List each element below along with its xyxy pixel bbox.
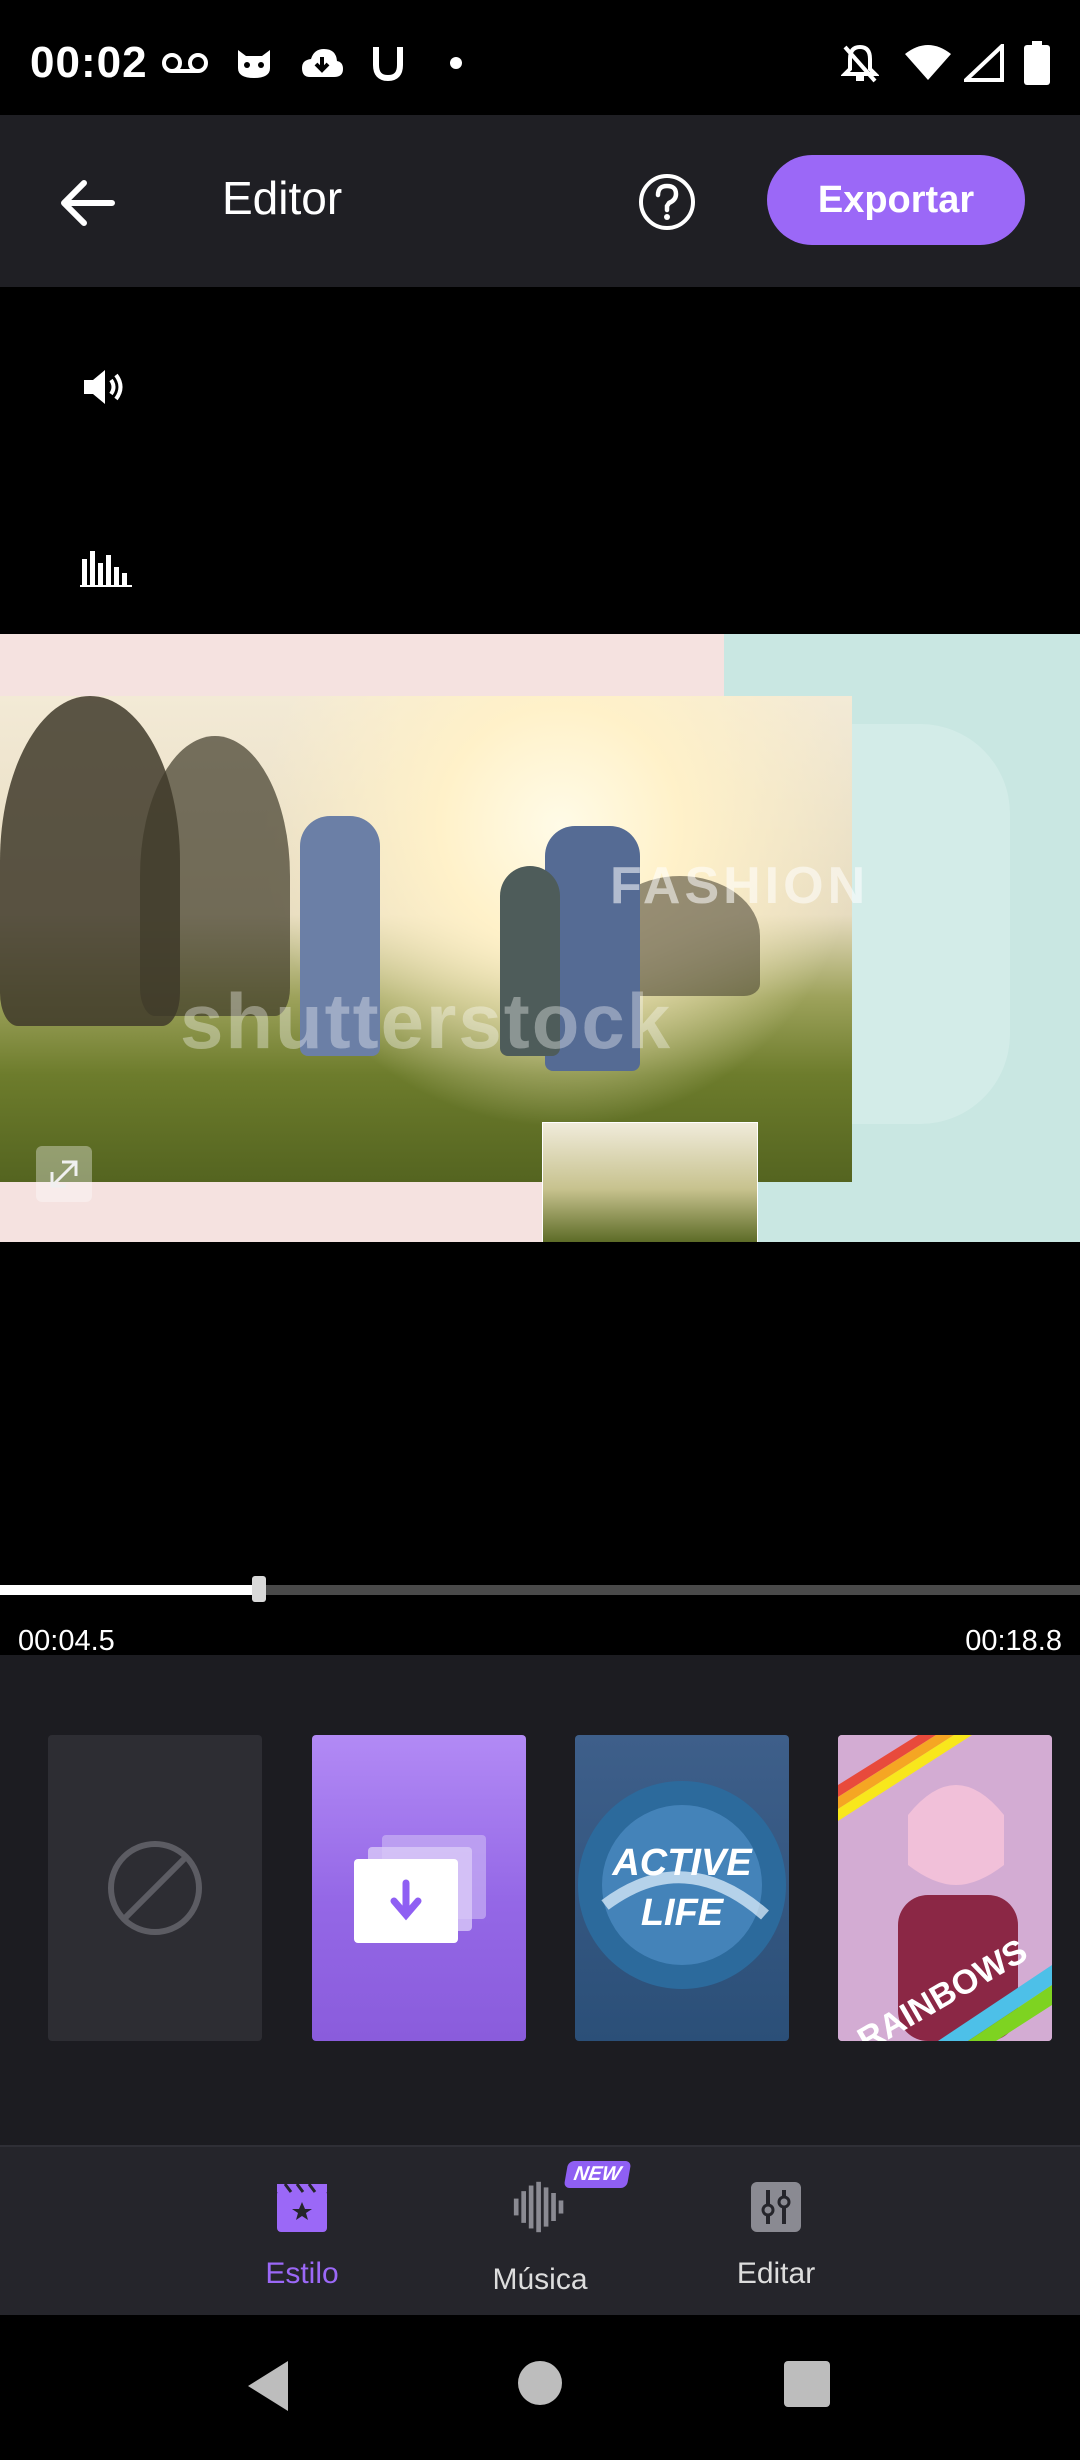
overlay-text: FASHION — [610, 857, 870, 915]
voicemail-icon — [160, 40, 210, 86]
video-main-shot: shutterstock FASHION — [0, 696, 865, 1182]
bottom-tab-bar: Estilo Música NEW Editar — [0, 2145, 1080, 2317]
current-time: 00:04.5 — [18, 1625, 115, 1657]
battery-icon — [1022, 40, 1052, 86]
volume-icon[interactable] — [80, 367, 136, 423]
u-icon — [368, 40, 408, 86]
equalizer-icon[interactable] — [80, 547, 136, 597]
progress-played — [0, 1585, 260, 1595]
tab-label: Editar — [736, 2257, 816, 2290]
style-panel: ACTIVE LIFE RAINBOWS — [0, 1655, 1080, 2145]
cloud-download-icon — [298, 40, 346, 86]
music-waveform-icon — [512, 2179, 568, 2235]
tab-label: Estilo — [265, 2257, 339, 2290]
notifications-off-icon — [838, 40, 882, 86]
style-icon — [274, 2179, 330, 2235]
tab-label: Música — [492, 2263, 588, 2296]
style-card-active-life[interactable]: ACTIVE LIFE — [575, 1735, 789, 2041]
style-card-rainbows[interactable]: RAINBOWS — [838, 1735, 1052, 2041]
total-time: 00:18.8 — [965, 1625, 1062, 1657]
status-time: 00:02 — [30, 38, 148, 87]
help-icon[interactable] — [636, 171, 698, 233]
export-button[interactable]: Exportar — [767, 155, 1025, 245]
nav-home-icon[interactable] — [516, 2359, 564, 2412]
dot-icon — [446, 40, 466, 86]
app-header: Editor Exportar — [0, 115, 1080, 287]
tab-editar[interactable]: Editar — [676, 2179, 876, 2291]
svg-text:LIFE: LIFE — [641, 1892, 725, 1934]
expand-icon[interactable] — [36, 1146, 92, 1202]
video-frame[interactable]: shutterstock FASHION — [0, 634, 1080, 1242]
signal-icon — [962, 40, 1006, 86]
nav-back-icon[interactable] — [244, 2359, 292, 2418]
no-style-icon — [108, 1841, 202, 1935]
page-title: Editor — [222, 172, 343, 224]
new-badge: NEW — [563, 2161, 632, 2188]
style-card-none[interactable] — [48, 1735, 262, 2041]
progress-handle[interactable] — [252, 1576, 267, 1602]
tab-estilo[interactable]: Estilo — [202, 2179, 402, 2291]
tab-musica[interactable]: Música — [440, 2179, 640, 2297]
wifi-icon — [902, 40, 954, 86]
watermark-text: shutterstock — [180, 977, 673, 1065]
adjust-sliders-icon — [748, 2179, 804, 2235]
back-arrow-icon[interactable] — [52, 167, 124, 239]
status-bar: 00:02 — [0, 0, 1080, 115]
active-life-text: ACTIVE — [611, 1842, 753, 1884]
system-navigation-bar — [0, 2315, 1080, 2460]
nav-recents-icon[interactable] — [784, 2361, 830, 2412]
cat-icon — [232, 40, 276, 86]
style-card-download[interactable] — [312, 1735, 526, 2041]
video-thumbnail-inset — [542, 1122, 758, 1242]
